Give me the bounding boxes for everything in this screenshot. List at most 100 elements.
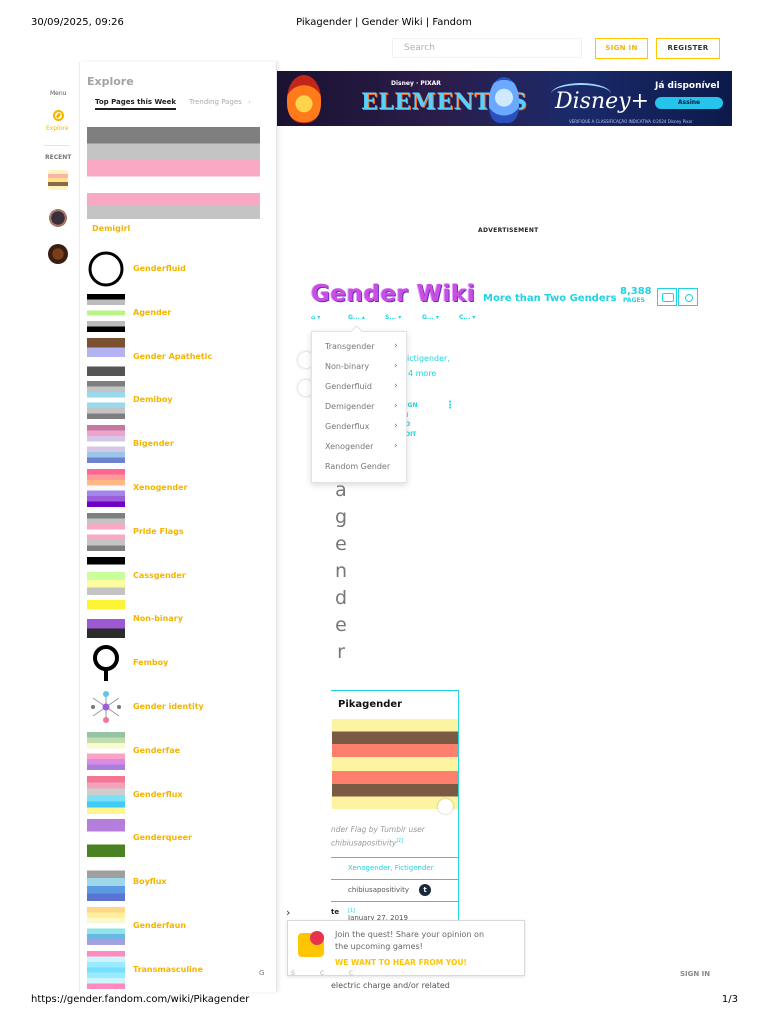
discussions-icon[interactable] (657, 288, 677, 306)
list-item-label[interactable]: Cassgender (133, 571, 186, 580)
list-item-label[interactable]: Gender Apathetic (133, 352, 212, 361)
dropdown-item[interactable]: Random Gender (325, 462, 390, 471)
list-item-label[interactable]: Genderflux (133, 790, 183, 799)
rail-explore-label[interactable]: Explore (46, 125, 69, 132)
register-button[interactable]: REGISTER (656, 38, 720, 59)
list-item-label[interactable]: Genderfaun (133, 921, 186, 930)
list-item-label[interactable]: Non-binary (133, 614, 183, 623)
dropdown-item[interactable]: Demigender (325, 402, 374, 411)
list-item-label[interactable]: Genderqueer (133, 833, 192, 842)
list-item-label[interactable]: Demiboy (133, 395, 173, 404)
list-item-label[interactable]: Femboy (133, 658, 168, 667)
dropdown-item[interactable]: Genderfluid (325, 382, 372, 391)
dropdown-item[interactable]: Transgender (325, 342, 375, 351)
top-page-label[interactable]: Demigirl (92, 224, 130, 233)
footer-tiny-text: C (320, 970, 325, 977)
quest-cta-link[interactable]: WE WANT TO HEAR FROM YOU! (335, 958, 467, 967)
category-fragment[interactable]: ictigender, (407, 354, 450, 363)
print-page-number: 1/3 (721, 994, 738, 1005)
wiki-nav-item[interactable]: G... ▾ (422, 314, 439, 321)
ad-banner[interactable]: Disney · PIXAR ELEMENTOS Disney+ Já disp… (277, 71, 732, 126)
rail-menu-label[interactable]: Menu (50, 90, 66, 97)
flag-thumbnail (87, 425, 125, 464)
compass-icon[interactable] (53, 110, 64, 121)
wiki-name[interactable]: Gender Wiki (311, 281, 475, 307)
pikagender-flag-image[interactable] (332, 719, 458, 809)
list-item[interactable]: Pride Flags (87, 512, 267, 551)
explore-panel-title: Explore (87, 75, 134, 88)
list-item[interactable]: Genderfae (87, 731, 267, 770)
list-item[interactable]: Femboy (87, 644, 267, 682)
theme-toggle-icon[interactable] (678, 288, 698, 306)
infobox-caption: chibiusapositivity[1] (331, 838, 404, 848)
list-item-label[interactable]: Genderfluid (133, 264, 186, 273)
list-item-label[interactable]: Xenogender (133, 483, 188, 492)
recent-page-thumb[interactable] (48, 207, 68, 227)
flag-thumbnail (87, 600, 125, 639)
list-item[interactable]: Boyflux (87, 863, 267, 902)
list-item-label[interactable]: Boyflux (133, 877, 167, 886)
chevron-right-icon[interactable]: › (248, 98, 251, 106)
chevron-right-icon: › (394, 421, 398, 431)
panel-footer-letter: G (259, 969, 265, 977)
search-input[interactable]: Search (392, 38, 582, 58)
list-item-label[interactable]: Bigender (133, 439, 174, 448)
recent-page-thumb[interactable] (48, 170, 68, 190)
footer-sign-in-link[interactable]: SIGN IN (680, 970, 710, 978)
list-item-label[interactable]: Transmasculine (133, 965, 203, 974)
flag-thumbnail (87, 863, 125, 902)
infobox-caption: nder Flag by Tumblr user (331, 825, 425, 834)
list-item[interactable]: Transmasculine (87, 950, 267, 989)
flag-thumbnail (87, 907, 125, 945)
list-item[interactable]: Genderqueer (87, 819, 267, 858)
list-item[interactable]: Gender Apathetic (87, 337, 267, 376)
quest-popup[interactable]: Join the quest! Share your opinion on th… (287, 920, 525, 976)
list-item[interactable]: Gender identity (87, 688, 267, 726)
infobox-row-creator: chibiusapositivity t (331, 879, 458, 901)
tab-top-pages[interactable]: Top Pages this Week (95, 98, 177, 110)
collapse-icon[interactable]: › (286, 906, 290, 919)
tumblr-icon[interactable]: t (419, 884, 431, 896)
list-item[interactable]: Demiboy (87, 381, 267, 420)
top-page-image[interactable] (87, 127, 260, 219)
dropdown-item[interactable]: Genderflux (325, 422, 369, 431)
list-item[interactable]: Agender (87, 293, 267, 332)
wiki-pages-count: 8,388 (620, 286, 652, 297)
list-item[interactable]: Non-binary (87, 600, 267, 639)
more-categories-link[interactable]: 4 more (408, 369, 436, 378)
dropdown-item[interactable]: Xenogender (325, 442, 373, 451)
wiki-nav-item[interactable]: G... ▴ (348, 314, 365, 321)
wiki-nav-item[interactable]: S... ▾ (385, 314, 401, 321)
wiki-tagline: More than Two Genders (483, 293, 617, 304)
list-item[interactable]: Cassgender (87, 556, 267, 595)
list-item[interactable]: Genderfaun (87, 907, 267, 945)
title-letter: e (335, 533, 347, 555)
list-item-label[interactable]: Gender identity (133, 702, 204, 711)
flag-thumbnail (87, 775, 125, 814)
wiki-home-icon[interactable]: ⌂ ▾ (311, 314, 320, 321)
footer-tiny-text: S (291, 970, 295, 977)
sign-in-button[interactable]: SIGN IN (595, 38, 648, 59)
ad-cta-button[interactable]: Assine (655, 97, 723, 109)
flag-thumbnail (87, 469, 125, 507)
list-item[interactable]: Xenogender (87, 469, 267, 507)
list-item-label[interactable]: Genderfae (133, 746, 180, 755)
infobox: Pikagender nder Flag by Tumblr user chib… (331, 690, 459, 926)
recent-page-thumb[interactable] (48, 244, 68, 264)
image-expand-icon[interactable] (438, 799, 453, 814)
more-options-icon[interactable]: ⋮ (445, 400, 455, 411)
list-item-label[interactable]: Pride Flags (133, 527, 184, 536)
ad-fine-print: VERIFIQUE A CLASSIFICAÇÃO INDICATIVA ©20… (569, 119, 693, 124)
list-item-label[interactable]: Agender (133, 308, 171, 317)
tab-trending-pages[interactable]: Trending Pages (189, 98, 242, 106)
game-controller-icon (298, 931, 324, 957)
list-item[interactable]: Genderfluid (87, 250, 267, 288)
list-item[interactable]: Genderflux (87, 775, 267, 814)
list-item[interactable]: Bigender (87, 425, 267, 464)
chevron-right-icon: › (394, 401, 398, 411)
dropdown-item[interactable]: Non-binary (325, 362, 369, 371)
flag-thumbnail (87, 381, 125, 420)
wiki-nav-item[interactable]: C... ▾ (459, 314, 475, 321)
page-title-vertical: agender (331, 477, 351, 666)
wiki-pages-label: PAGES (623, 297, 645, 304)
